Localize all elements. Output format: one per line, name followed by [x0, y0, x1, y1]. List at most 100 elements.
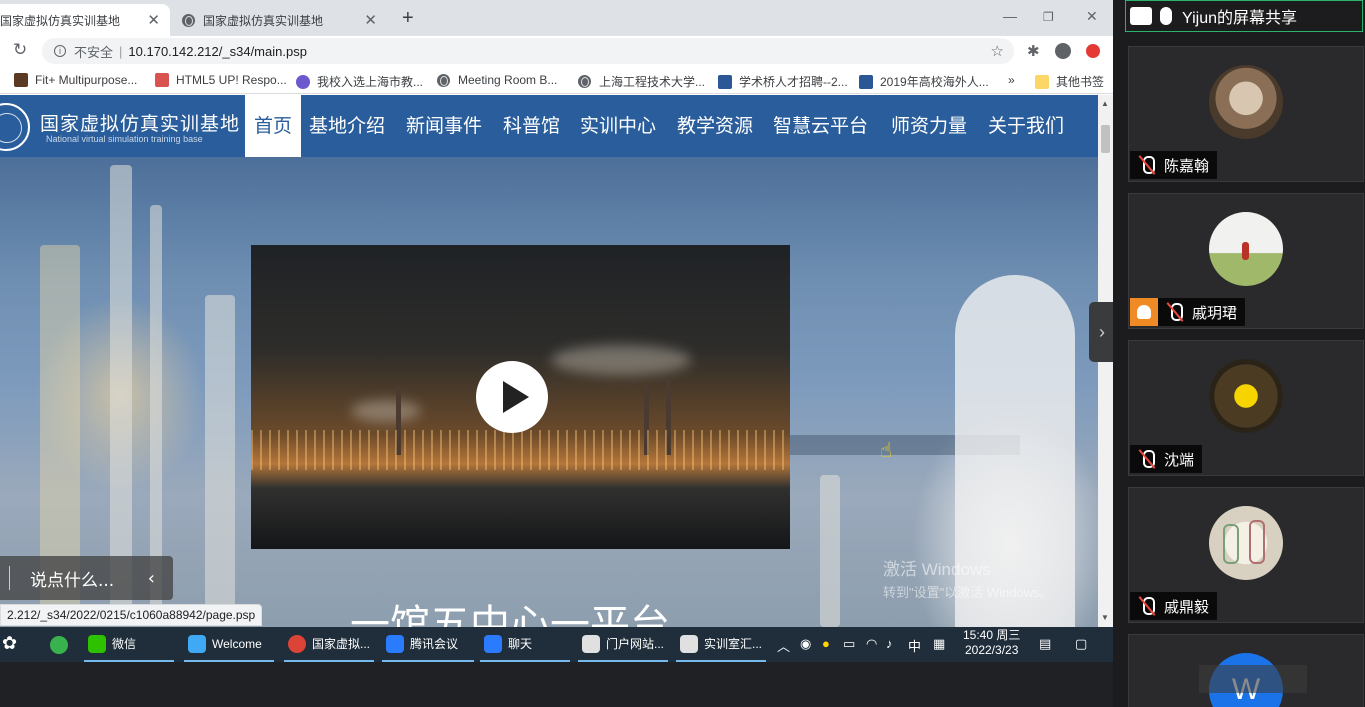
close-icon[interactable]: ✕: [364, 11, 377, 29]
mic-muted-icon: [1136, 448, 1158, 470]
nav-faculty[interactable]: 师资力量: [891, 95, 967, 157]
taskbar-label: 国家虚拟...: [311, 637, 370, 651]
reload-icon[interactable]: ↻: [13, 40, 27, 60]
nav-about-us[interactable]: 关于我们: [988, 95, 1064, 157]
browser-app-icon[interactable]: [50, 636, 68, 654]
globe-icon: [182, 13, 195, 27]
nav-home[interactable]: 首页: [245, 95, 301, 157]
taskbar-chrome[interactable]: 国家虚拟...: [284, 627, 374, 662]
ime-indicator[interactable]: 中: [908, 636, 921, 655]
scroll-up-icon[interactable]: ▲: [1101, 99, 1109, 108]
city-lights: [251, 430, 790, 470]
url-text: 10.170.142.212/_s34/main.psp: [128, 43, 307, 59]
tray-app-icon[interactable]: ◉: [800, 636, 811, 652]
window-close-icon[interactable]: ✕: [1086, 8, 1098, 25]
bookmark-item[interactable]: 学术桥人才招聘--2...: [718, 73, 848, 90]
participant-name: 陈嘉翰: [1164, 156, 1210, 175]
watermark-subtitle: 转到"设置"以激活 Windows。: [883, 585, 1053, 600]
participant-nametag: 戚鼎毅: [1130, 592, 1218, 620]
participant-tile[interactable]: 陈嘉翰: [1128, 46, 1364, 182]
mic-muted-icon: [1164, 301, 1186, 323]
bookmark-item[interactable]: 我校入选上海市教...: [296, 73, 423, 90]
profile-icon[interactable]: [1055, 43, 1071, 59]
taskbar-welcome[interactable]: Welcome: [184, 627, 274, 662]
system-clock[interactable]: 15:40 周三 2022/3/23: [963, 628, 1020, 658]
participant-tile[interactable]: 沈端: [1128, 340, 1364, 476]
browser-tab-active[interactable]: 国家虚拟仿真实训基地 ✕: [0, 4, 170, 36]
restore-icon[interactable]: ❐: [1043, 10, 1054, 24]
taskbar-chat[interactable]: 聊天: [480, 627, 570, 662]
avatar: [1209, 212, 1283, 286]
info-icon[interactable]: i: [54, 45, 66, 57]
bookmark-item[interactable]: 2019年高校海外人...: [859, 73, 989, 90]
video-player[interactable]: [251, 245, 790, 549]
minimize-icon[interactable]: —: [1003, 8, 1017, 24]
bookmark-label: 2019年高校海外人...: [880, 75, 989, 89]
participant-nametag: 陈嘉翰: [1130, 151, 1218, 179]
avatar: [1209, 65, 1283, 139]
document-icon: [680, 634, 698, 653]
close-icon[interactable]: ✕: [147, 11, 160, 29]
bookmark-item[interactable]: 上海工程技术大学...: [578, 73, 705, 90]
page-headline: 一馆五中心一平台: [350, 602, 670, 627]
extensions-icon[interactable]: ✱: [1027, 42, 1040, 60]
bookmark-favicon: [14, 73, 28, 87]
scroll-thumb[interactable]: [1101, 125, 1110, 153]
battery-icon[interactable]: ▭: [843, 636, 855, 652]
extension-red-icon[interactable]: [1086, 44, 1100, 58]
volume-icon[interactable]: ♪: [886, 636, 893, 651]
bookmark-label: Meeting Room B...: [458, 73, 558, 87]
screen: 国家虚拟仿真实训基地 ✕ 国家虚拟仿真实训基地 ✕ + — ❐ ✕ ↻ i 不安…: [0, 0, 1365, 707]
address-bar[interactable]: i 不安全 | 10.170.142.212/_s34/main.psp ☆: [42, 38, 1014, 64]
nav-about-base[interactable]: 基地介绍: [309, 95, 385, 157]
nav-smart-cloud[interactable]: 智慧云平台: [773, 95, 868, 157]
scroll-down-icon[interactable]: ▼: [1101, 613, 1109, 622]
panel-toggle-chevron-icon[interactable]: ›: [1089, 302, 1115, 362]
bookmarks-bar: Fit+ Multipurpose... HTML5 UP! Respo... …: [0, 66, 1113, 94]
watermark-title: 激活 Windows: [883, 560, 991, 579]
comment-input[interactable]: 说点什么... ‹: [0, 556, 173, 600]
bookmark-item[interactable]: Fit+ Multipurpose...: [14, 73, 137, 87]
participant-nametag: 戚玥珺: [1130, 298, 1246, 326]
nav-science-museum[interactable]: 科普馆: [503, 95, 560, 157]
browser-tab[interactable]: 国家虚拟仿真实训基地 ✕: [172, 4, 387, 36]
taskbar-label: 门户网站...: [605, 637, 664, 651]
chevron-left-icon[interactable]: ‹: [148, 568, 155, 589]
meeting-panel: Yijun的屏幕共享 陈嘉翰 戚玥珺 沈端 戚鼎毅: [1113, 0, 1365, 707]
tile-overlay-bar: [1199, 665, 1307, 693]
taskbar-training-doc[interactable]: 实训室汇...: [676, 627, 766, 662]
participant-tile[interactable]: W: [1128, 634, 1364, 707]
windows-taskbar: ✿ 微信 Welcome 国家虚拟... 腾讯会议 聊天 门户网站... 实训室…: [0, 627, 1113, 662]
star-icon[interactable]: ☆: [991, 42, 1004, 60]
start-icon[interactable]: ✿: [2, 633, 17, 654]
bookmark-item[interactable]: HTML5 UP! Respo...: [155, 73, 287, 87]
hand-cursor-icon: ☝: [880, 440, 893, 462]
site-name[interactable]: 国家虚拟仿真实训基地: [40, 109, 240, 136]
nav-training-center[interactable]: 实训中心: [580, 95, 656, 157]
screen-share-banner[interactable]: Yijun的屏幕共享: [1125, 0, 1363, 32]
nav-teaching-resources[interactable]: 教学资源: [677, 95, 753, 157]
ime-mode-icon[interactable]: ▦: [933, 636, 945, 652]
wechat-icon: [88, 634, 106, 653]
new-tab-button[interactable]: +: [392, 2, 424, 34]
participant-tile[interactable]: 戚玥珺: [1128, 193, 1364, 329]
participant-tile[interactable]: 戚鼎毅: [1128, 487, 1364, 623]
bookmark-item[interactable]: Meeting Room B...: [437, 73, 557, 87]
taskbar-wechat[interactable]: 微信: [84, 627, 174, 662]
smoke-plume: [351, 400, 421, 422]
other-bookmarks[interactable]: 其他书签: [1035, 73, 1104, 90]
notes-icon[interactable]: ▤: [1039, 636, 1051, 652]
notification-icon[interactable]: ▢: [1075, 636, 1087, 652]
play-button[interactable]: [476, 361, 548, 433]
nav-news[interactable]: 新闻事件: [406, 95, 482, 157]
tray-expand-icon[interactable]: ︿: [777, 636, 790, 655]
tab-title: 国家虚拟仿真实训基地: [0, 13, 121, 28]
bookmarks-overflow[interactable]: »: [1008, 73, 1015, 87]
mic-muted-icon: [1136, 154, 1158, 176]
tray-app-icon[interactable]: ●: [822, 636, 830, 651]
taskbar-tencent-meeting[interactable]: 腾讯会议: [382, 627, 474, 662]
site-logo-icon[interactable]: [0, 103, 30, 151]
taskbar-portal-doc[interactable]: 门户网站...: [578, 627, 668, 662]
wifi-icon[interactable]: ◠: [866, 636, 877, 652]
site-header: 国家虚拟仿真实训基地 National virtual simulation t…: [0, 95, 1098, 157]
